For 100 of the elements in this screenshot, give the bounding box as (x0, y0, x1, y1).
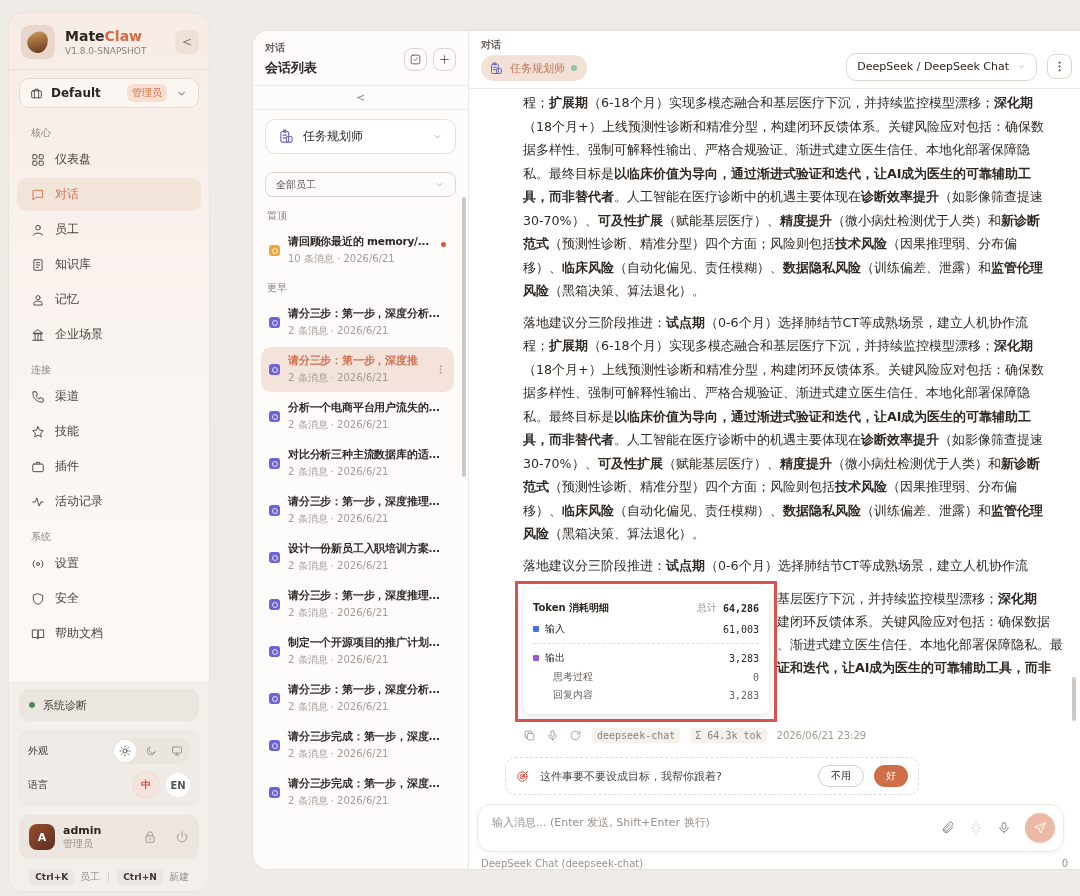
nav-item[interactable]: 企业场景 (17, 318, 201, 351)
voice-button[interactable] (997, 821, 1011, 835)
app-name: MateClaw (65, 28, 144, 44)
moon-icon (145, 745, 157, 757)
message-line: 建闭环反馈体系。关键风险应对包括：确保数据 (777, 613, 1051, 631)
select-button[interactable] (404, 47, 427, 71)
nav-item[interactable]: 安全 (17, 582, 201, 615)
nav-item[interactable]: 活动记录 (17, 485, 201, 518)
voice-button[interactable] (546, 729, 559, 742)
conversation-meta: 2 条消息 · 2026/6/21 (288, 465, 390, 479)
building-icon (31, 327, 45, 342)
nav-item[interactable]: 渠道 (17, 380, 201, 413)
grid-icon (31, 152, 45, 167)
character-count: 0 (1061, 858, 1068, 869)
nav-item[interactable]: 知识库 (17, 248, 201, 281)
message-time: 2026/06/21 23:29 (776, 730, 867, 741)
user-role: 管理员 (63, 836, 94, 851)
app-logo-icon (21, 25, 55, 59)
conversation-item[interactable]: 请分三步完成：第一步，深度... 2 条消息 · 2026/6/21 (261, 723, 454, 768)
diagnostics-button[interactable]: 系统诊断 (19, 689, 199, 721)
message-line: 、渐进式建立医生信任、本地化部署保障隐私。最 (777, 636, 1063, 654)
pulse-icon (31, 494, 45, 509)
nav-item[interactable]: 员工 (17, 213, 201, 246)
conversation-item[interactable]: 分析一个电商平台用户流失的... 2 条消息 · 2026/6/21 (261, 394, 454, 439)
new-chat-button[interactable] (433, 47, 456, 71)
collapse-button[interactable]: < (349, 91, 372, 104)
conversation-item[interactable]: 请分三步：第一步，深度推理... 2 条消息 · 2026/6/21 (261, 582, 454, 627)
workspace-name: Default (51, 86, 102, 100)
conversation-title: 对比分析三种主流数据库的适... (288, 448, 441, 462)
light-theme-button[interactable] (114, 740, 136, 762)
employee-filter[interactable]: 全部员工 (265, 172, 456, 197)
conversation-title: 分析一个电商平台用户流失的... (288, 401, 441, 415)
nav-item[interactable]: 设置 (17, 547, 201, 580)
copy-icon (523, 729, 536, 742)
token-label: 输出 (545, 651, 566, 665)
conversation-title: 请分三步：第一步，深度分析... (288, 307, 441, 321)
sparkle-icon (969, 821, 983, 835)
conversation-title: 设计一份新员工入职培训方案... (288, 542, 441, 556)
decline-button[interactable]: 不用 (818, 765, 864, 787)
attach-button[interactable] (941, 821, 955, 835)
avatar: A (29, 824, 55, 850)
conversation-title: 请回顾你最近的 memory/... (288, 235, 431, 249)
conversation-item[interactable]: 对比分析三种主流数据库的适... 2 条消息 · 2026/6/21 (261, 441, 454, 486)
message-paragraph: 程；扩展期（6-18个月）实现多模态融合和基层医疗下沉，并持续监控模型漂移；深化期（18个月+）上线预测性诊断和精准分型，构建闭环反馈体系。关键风险应对包括：确保数据多样性、强制可解释性输出、严格合规验证、渐进式建立医生信任、本地化部署保障隐私。最终目标是以临床价值为导向，通过渐进式验证和迭代，让AI成为医生的可靠辅助工具，而非替代者。人工智能在医疗诊断中的机遇主要体现在诊断效率提升（如影像筛查提速30-70%）、可及性扩展（赋能基层医疗）、精度提升（微小病灶检测优于人类）和新诊断范式（预测性诊断、精准分型）四个方面；风险则包括技术风险（因果推理弱、分布偏移）、临床风险（自动化偏见、责任模糊）、数据隐私风险（训练偏差、泄露）和监管伦理风险（黑箱决策、算法退化）。 (523, 94, 1045, 300)
conversation-item[interactable]: 请分三步：第一步，深度分析... 2 条消息 · 2026/6/21 (261, 676, 454, 721)
refresh-icon (569, 729, 582, 742)
token-label: 思考过程 (553, 670, 594, 684)
token-value: 3,283 (728, 652, 759, 664)
conversation-item[interactable]: 请分三步：第一步，深度分析... 2 条消息 · 2026/6/21 (261, 300, 454, 345)
power-button[interactable] (175, 830, 189, 844)
nav-item[interactable]: 仪表盘 (17, 143, 201, 176)
section-label: 连接 (30, 363, 52, 377)
workspace-select[interactable]: Default 管理员 (19, 78, 199, 108)
message-input[interactable]: 输入消息... (Enter 发送, Shift+Enter 换行) (490, 815, 927, 830)
model-select[interactable]: DeepSeek / DeepSeek Chat (846, 52, 1037, 81)
conversation-item[interactable]: 请回顾你最近的 memory/... 10 条消息 · 2026/6/21 (261, 228, 454, 273)
sparkle-button[interactable] (969, 821, 983, 835)
conversation-meta: 2 条消息 · 2026/6/21 (288, 794, 390, 808)
document-icon (31, 257, 45, 272)
microphone-icon (546, 729, 559, 742)
panel-title: 会话列表 (265, 59, 318, 77)
nav-item[interactable]: 帮助文档 (17, 617, 201, 650)
target-icon (516, 769, 530, 783)
nav-item[interactable]: 技能 (17, 415, 201, 448)
shortcut-label: 新建 (168, 870, 189, 884)
section-eyebrow: 对话 (265, 41, 286, 55)
conversation-title: 请分三步：第一步，深度分析... (288, 683, 441, 697)
nav-item[interactable]: 插件 (17, 450, 201, 483)
agent-select[interactable]: 任务规划师 (265, 119, 456, 154)
conversation-item[interactable]: 请分三步：第一步，深度推理... 2 条消息 · 2026/6/21 (261, 488, 454, 533)
nav-item[interactable]: 记忆 (17, 283, 201, 316)
power-icon (175, 830, 189, 844)
conversation-item[interactable]: 制定一个开源项目的推广计划... 2 条消息 · 2026/6/21 (261, 629, 454, 674)
language-option[interactable]: EN (166, 773, 190, 797)
message-paragraph: 落地建议分三阶段推进：试点期（0-6个月）选择肺结节CT等成熟场景，建立人机协作流程；扩展期（6-18个月）实现多模态融合和基层医疗下沉，并持续监控模型漂移；深化期（18个月+）上线预测性诊断和精准分型，构建闭环反馈体系。关键风险应对包括：确保数据多样性、强制可解释性输出、严格合规验证、渐进式建立医生信任、本地化部署保障隐私。最终目标是以临床价值为导向，通过渐进式验证和迭代，让AI成为医生的可靠辅助工具，而非替代者。人工智能在医疗诊断中的机遇主要体现在诊断效率提升（如影像筛查提速30-70%）、可及性扩展（赋能基层医疗）、精度提升（微小病灶检测优于人类）和新诊断范式（预测性诊断、精准分型）四个方面；风险则包括技术风险（因果推理弱、分布偏移）、临床风险（自动化偏见、责任模糊）、数据隐私风险（训练偏差、泄露）和监管伦理风险（黑箱决策、算法退化）。 (523, 313, 1045, 543)
microphone-icon (997, 821, 1011, 835)
token-value: 3,283 (728, 689, 759, 701)
lock-icon (143, 830, 157, 844)
message-paragraph: 落地建议分三阶段推进：试点期（0-6个月）选择肺结节CT等成熟场景，建立人机协作流 (523, 556, 1030, 575)
lock-button[interactable] (143, 830, 157, 844)
briefcase-icon (30, 86, 43, 100)
version-label: V1.8.0-SNAPSHOT (65, 46, 148, 56)
user-icon (31, 292, 45, 307)
send-button[interactable] (1025, 813, 1055, 843)
token-value: 61,003 (722, 623, 759, 635)
book-icon (31, 626, 45, 641)
conversation-meta: 2 条消息 · 2026/6/21 (288, 606, 390, 620)
more-button[interactable] (1047, 54, 1072, 79)
robot-icon (489, 60, 504, 76)
regenerate-button[interactable] (569, 729, 582, 742)
total-label: 总计 (696, 601, 717, 615)
message-line: 基层医疗下沉，并持续监控模型漂移；深化期 (777, 590, 1038, 608)
phone-icon (31, 389, 45, 404)
appearance-label: 外观 (28, 744, 48, 758)
conversation-item[interactable]: 设计一份新员工入职培训方案... 2 条消息 · 2026/6/21 (261, 535, 454, 580)
shortcut-key: Ctrl+N (117, 869, 163, 885)
conversation-meta: 2 条消息 · 2026/6/21 (288, 512, 390, 526)
copy-button[interactable] (523, 729, 536, 742)
conversation-item[interactable]: 请分三步完成：第一步，深度... 2 条消息 · 2026/6/21 (261, 770, 454, 815)
star-icon (31, 424, 45, 439)
